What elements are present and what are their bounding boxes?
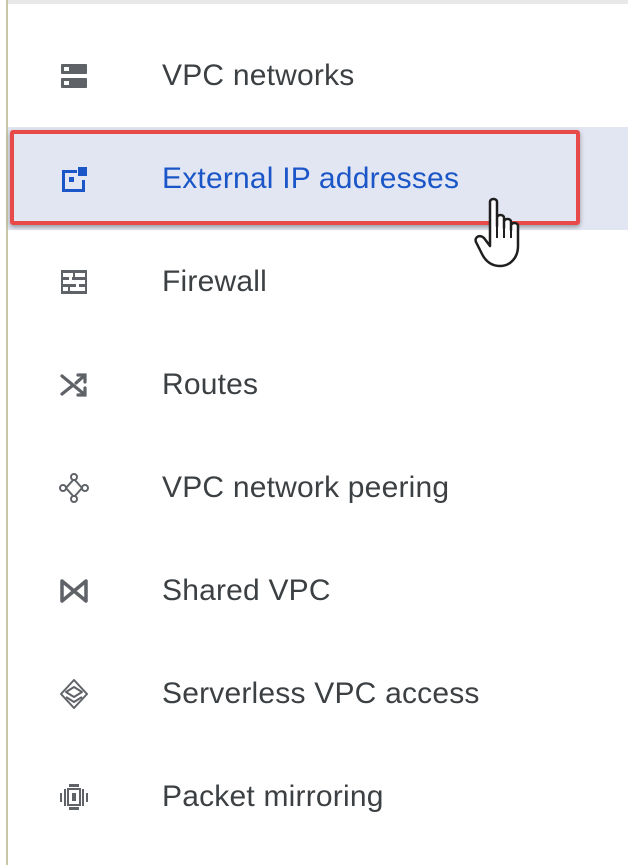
nav-item-vpc-network-peering[interactable]: VPC network peering bbox=[8, 436, 628, 539]
nav-item-external-ip-addresses[interactable]: External IP addresses bbox=[8, 127, 628, 230]
shared-vpc-icon bbox=[54, 571, 94, 611]
top-border bbox=[8, 0, 628, 4]
serverless-icon bbox=[54, 674, 94, 714]
nav-item-firewall[interactable]: Firewall bbox=[8, 230, 628, 333]
routes-icon bbox=[54, 365, 94, 405]
nav-item-label: Firewall bbox=[162, 264, 267, 298]
nav-item-vpc-networks[interactable]: VPC networks bbox=[8, 24, 628, 127]
peering-icon bbox=[54, 468, 94, 508]
vpc-networks-icon bbox=[54, 56, 94, 96]
nav-item-label: External IP addresses bbox=[162, 161, 460, 195]
nav-item-routes[interactable]: Routes bbox=[8, 333, 628, 436]
nav-item-label: Packet mirroring bbox=[162, 779, 384, 813]
hand-pointer-icon bbox=[474, 197, 520, 268]
firewall-icon bbox=[54, 262, 94, 302]
nav-item-label: Shared VPC bbox=[162, 573, 331, 607]
nav-item-label: Routes bbox=[162, 367, 259, 401]
network-sidebar-nav: VPC networks External IP addresses Firew… bbox=[8, 24, 628, 848]
nav-item-label: VPC networks bbox=[162, 58, 355, 92]
nav-item-serverless-vpc-access[interactable]: Serverless VPC access bbox=[8, 642, 628, 745]
external-ip-icon bbox=[54, 159, 94, 199]
nav-item-label: Serverless VPC access bbox=[162, 676, 480, 710]
packet-mirroring-icon bbox=[54, 777, 94, 817]
nav-item-shared-vpc[interactable]: Shared VPC bbox=[8, 539, 628, 642]
nav-item-label: VPC network peering bbox=[162, 470, 450, 504]
nav-item-packet-mirroring[interactable]: Packet mirroring bbox=[8, 745, 628, 848]
